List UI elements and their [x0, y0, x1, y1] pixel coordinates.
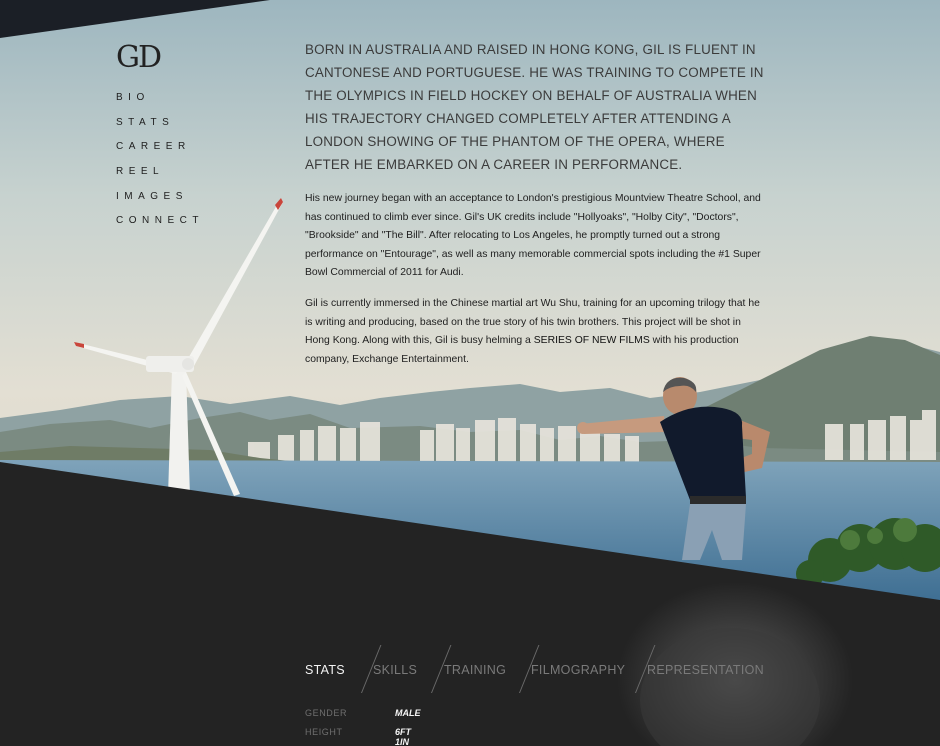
nav-item-bio[interactable]: BIO: [116, 92, 204, 117]
nav-item-reel[interactable]: REEL: [116, 166, 204, 191]
stat-value-height: 6FT 1IN: [395, 727, 412, 746]
stat-value-gender: MALE: [395, 708, 421, 718]
main-nav: BIO STATS CAREER REEL IMAGES CONNECT: [116, 92, 204, 240]
bio-paragraph-2: Gil is currently immersed in the Chinese…: [305, 295, 765, 369]
nav-item-connect[interactable]: CONNECT: [116, 215, 204, 240]
site-logo[interactable]: GD: [116, 40, 162, 75]
bio-lead: BORN IN AUSTRALIA AND RAISED IN HONG KON…: [305, 42, 764, 172]
stat-label-gender: GENDER: [305, 708, 348, 718]
bio-section: BORN IN AUSTRALIA AND RAISED IN HONG KON…: [305, 38, 765, 369]
tab-filmography[interactable]: FILMOGRAPHY: [531, 663, 625, 677]
stat-label-height: HEIGHT: [305, 727, 343, 737]
nav-item-career[interactable]: CAREER: [116, 141, 204, 166]
tab-skills[interactable]: SKILLS: [373, 663, 417, 677]
series-of-new-films-link[interactable]: SERIES OF NEW FILMS: [534, 335, 650, 346]
bio-paragraph-1: His new journey began with an acceptance…: [305, 193, 761, 279]
hero-section: GD BIO STATS CAREER REEL IMAGES CONNECT …: [0, 0, 940, 746]
nav-item-stats[interactable]: STATS: [116, 117, 204, 142]
nav-item-images[interactable]: IMAGES: [116, 191, 204, 216]
tab-stats[interactable]: STATS: [305, 663, 345, 677]
tab-training[interactable]: TRAINING: [444, 663, 506, 677]
tab-representation[interactable]: REPRESENTATION: [647, 663, 764, 677]
